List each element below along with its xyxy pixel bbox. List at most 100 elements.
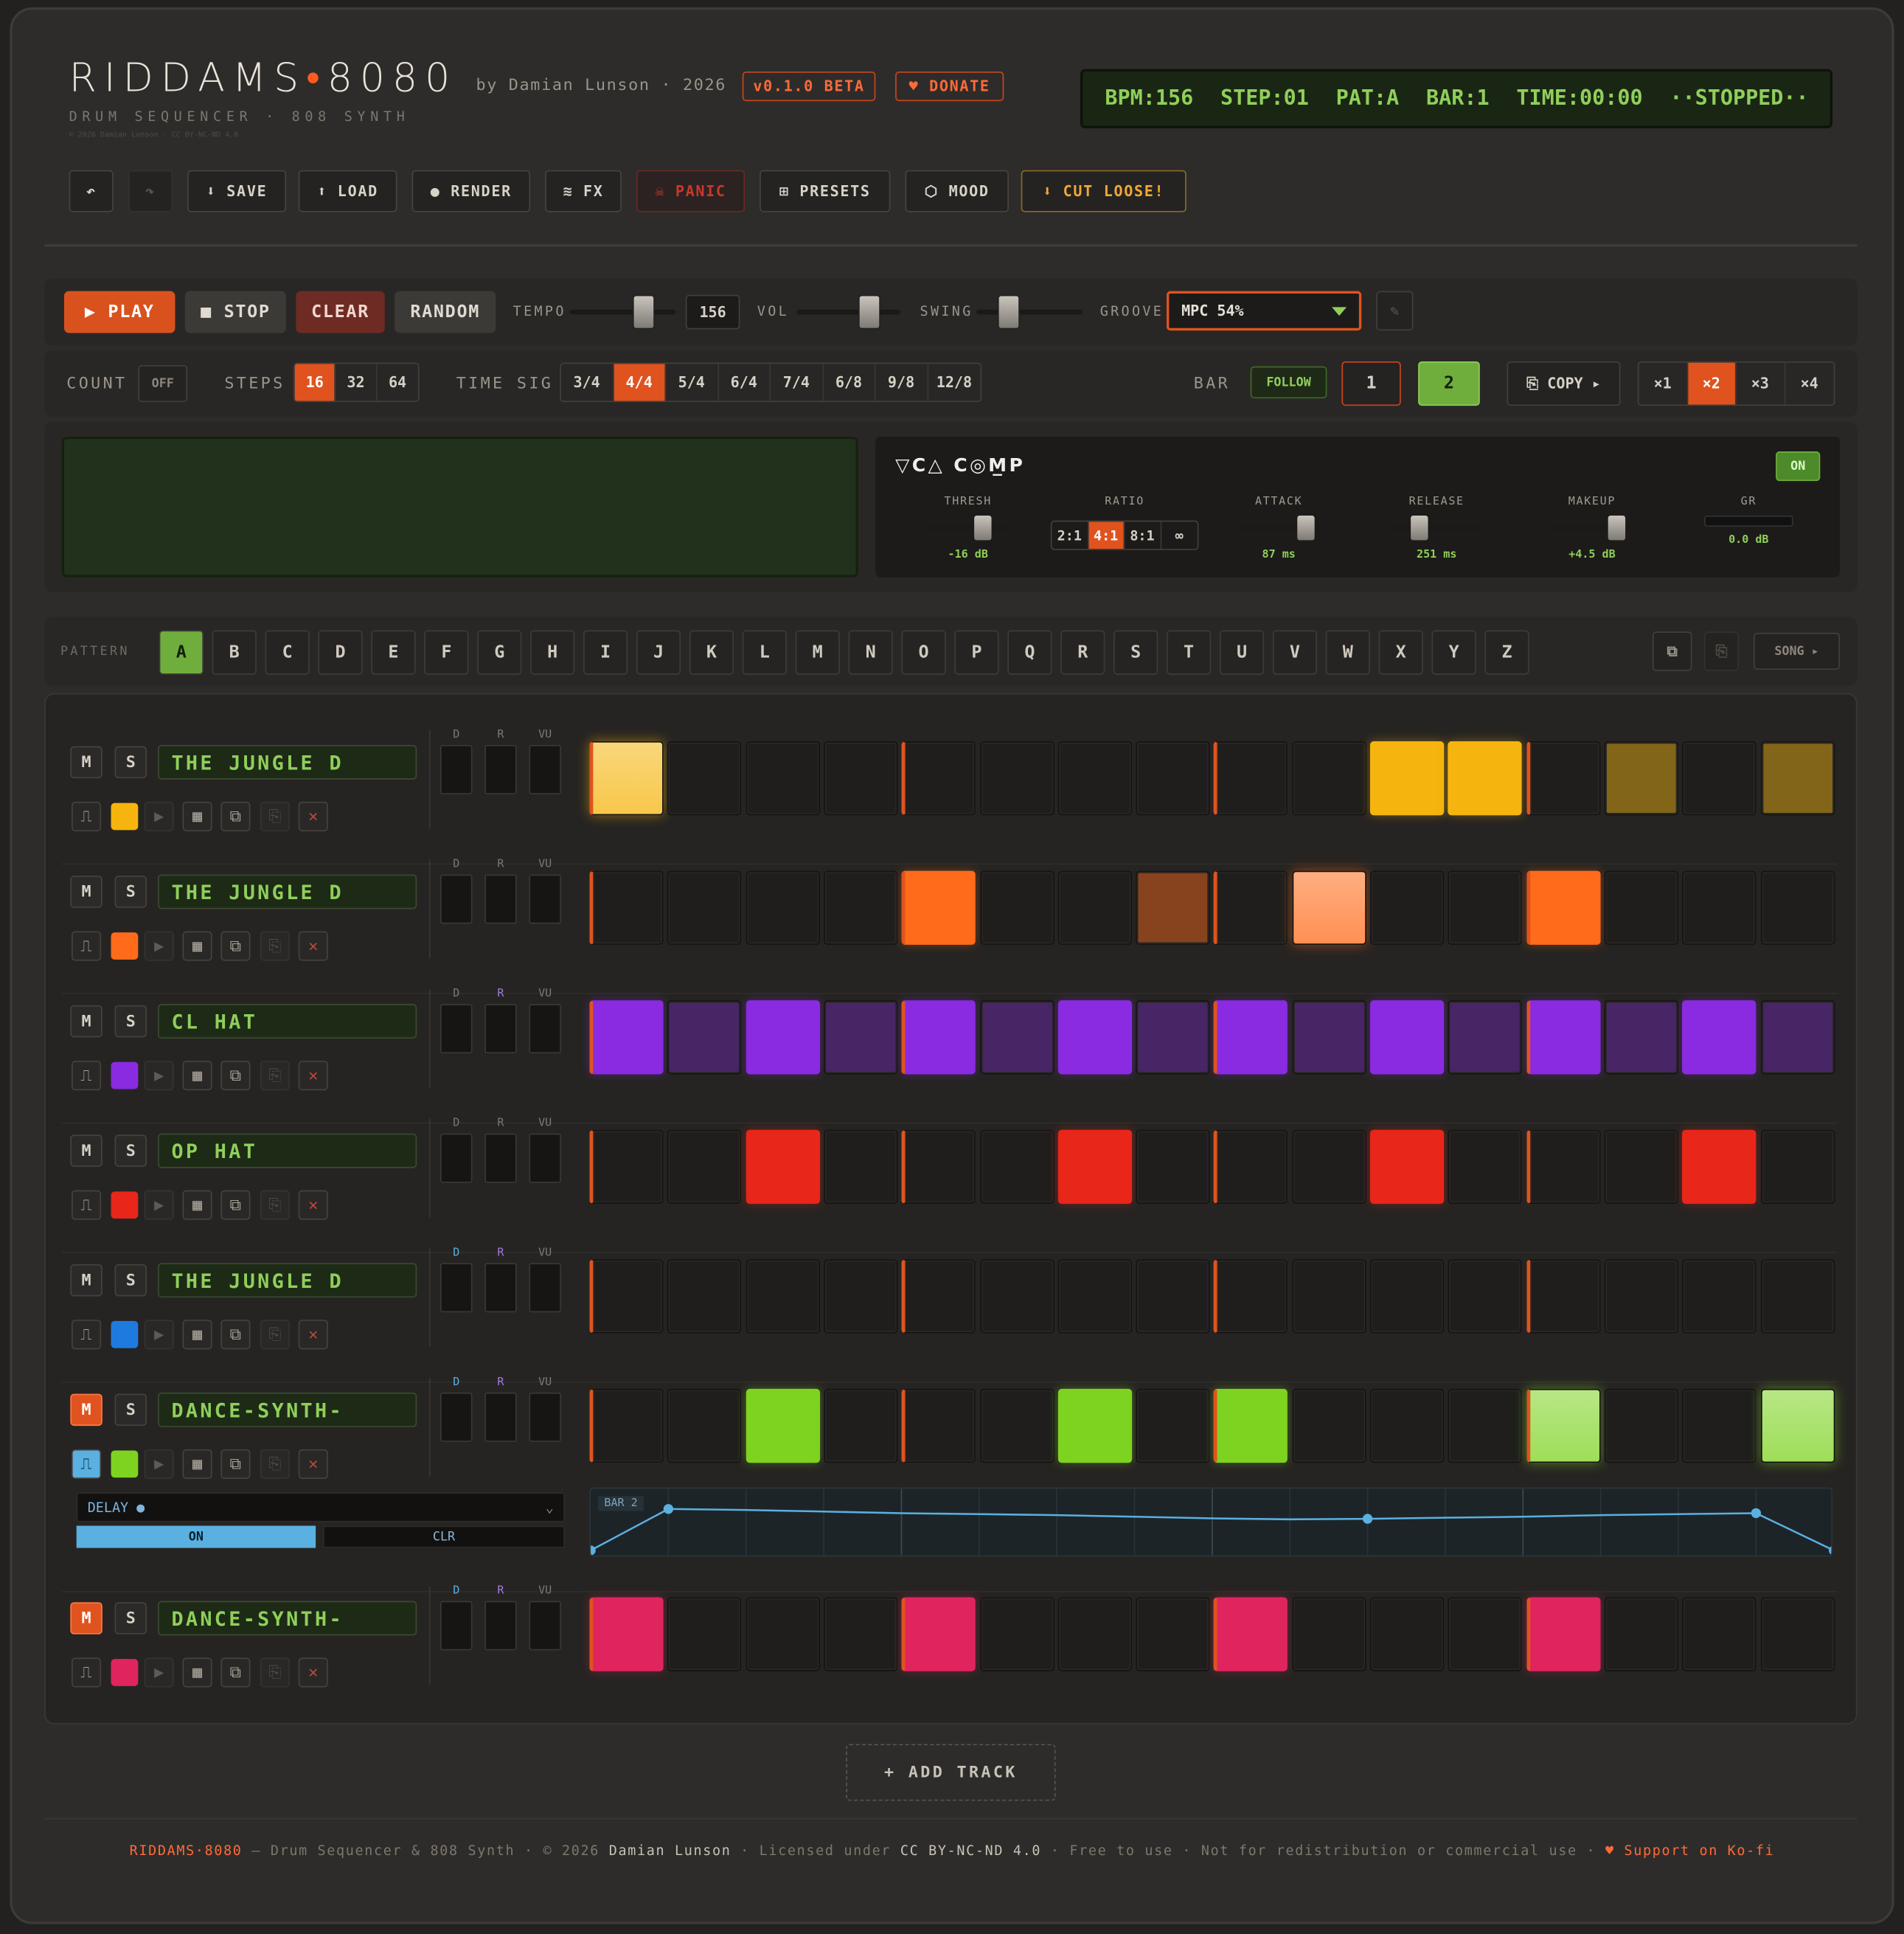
step-pad[interactable] [746,1388,820,1463]
pattern-f-button[interactable]: F [424,630,469,675]
pattern-g-button[interactable]: G [477,630,522,675]
step-pad[interactable] [1214,1388,1288,1463]
render-button[interactable]: ● RENDER [411,170,531,212]
thresh-knob[interactable] [974,515,992,541]
track-color-swatch[interactable] [111,1191,139,1219]
pattern-z-button[interactable]: Z [1484,630,1529,675]
load-button[interactable]: ⬆ LOAD [298,170,397,212]
delete-track-icon[interactable]: ✕ [298,1320,328,1350]
track-name[interactable]: THE JUNGLE D [158,874,417,909]
attack-knob[interactable] [1297,515,1315,541]
step-pad[interactable] [1136,1388,1210,1463]
delete-track-icon[interactable]: ✕ [298,1449,328,1479]
delete-track-icon[interactable]: ✕ [298,801,328,832]
steps-option[interactable]: 32 [336,364,378,401]
count-toggle[interactable]: OFF [138,364,188,403]
steps-option[interactable]: 16 [294,364,336,401]
mute-button[interactable]: M [70,1602,103,1635]
step-pad[interactable] [667,1597,742,1671]
step-pad[interactable] [746,1597,820,1671]
step-pad[interactable] [667,1000,742,1075]
step-pad[interactable] [1448,1388,1523,1463]
pattern-i-button[interactable]: I [583,630,628,675]
track-name[interactable]: THE JUNGLE D [158,1263,417,1298]
tempo-value[interactable]: 156 [685,294,740,330]
step-pad[interactable] [1682,1259,1757,1334]
meter-vu[interactable] [529,745,561,794]
meter-d[interactable] [440,874,473,924]
meter-r[interactable] [484,1392,517,1442]
step-pad[interactable] [589,1597,664,1671]
step-pad[interactable] [1448,1000,1523,1075]
meter-vu[interactable] [529,1004,561,1054]
release-slider[interactable] [1393,515,1480,541]
step-pad[interactable] [589,1388,664,1463]
step-pad[interactable] [1214,1597,1288,1671]
step-pad[interactable] [1292,1388,1366,1463]
pattern-e-button[interactable]: E [371,630,416,675]
pattern-x-button[interactable]: X [1378,630,1423,675]
meter-d[interactable] [440,1392,473,1442]
solo-button[interactable]: S [114,1134,147,1167]
automation-point[interactable] [663,1504,674,1514]
preview-play-icon[interactable]: ▶ [144,1190,174,1220]
solo-button[interactable]: S [114,1602,147,1635]
meter-d[interactable] [440,1133,473,1183]
step-pad[interactable] [746,1129,820,1205]
step-pad[interactable] [1760,1259,1835,1334]
step-pad[interactable] [1448,1129,1523,1205]
cut-loose-button[interactable]: ⬇ CUT LOOSE! [1021,170,1186,212]
meter-r[interactable] [484,1601,517,1651]
pattern-v-button[interactable]: V [1272,630,1318,675]
step-pad[interactable] [1760,1000,1835,1075]
timesig-option[interactable]: 9/8 [875,364,928,401]
step-pad[interactable] [1057,1388,1132,1463]
mute-button[interactable]: M [70,746,103,779]
step-pad[interactable] [901,1597,976,1671]
pattern-q-button[interactable]: Q [1007,630,1052,675]
step-pad[interactable] [823,1259,898,1334]
step-pad[interactable] [823,1000,898,1075]
step-pad[interactable] [979,1129,1054,1205]
step-pad[interactable] [1369,1000,1445,1075]
step-pad[interactable] [746,1000,820,1075]
meter-d[interactable] [440,1601,473,1651]
step-pad[interactable] [1526,1000,1600,1075]
track-name[interactable]: OP HAT [158,1133,417,1168]
kofi-link[interactable]: ♥ Support on Ko-fi [1605,1843,1774,1859]
multiplier-option[interactable]: ×4 [1785,363,1834,405]
pattern-n-button[interactable]: N [848,630,893,675]
step-pad[interactable] [1369,1388,1445,1463]
step-pad[interactable] [1682,741,1757,816]
track-color-swatch[interactable] [111,932,139,960]
track-color-swatch[interactable] [111,1659,139,1686]
step-pad[interactable] [1369,741,1445,816]
ratio-option[interactable]: 2:1 [1052,521,1088,550]
step-pad[interactable] [823,1388,898,1463]
copy-button[interactable]: ⎘ COPY ▸ [1507,361,1621,406]
timesig-option[interactable]: 12/8 [928,364,980,401]
donate-button[interactable]: ♥ DONATE [895,71,1004,102]
clear-button[interactable]: CLEAR [296,291,385,333]
meter-d[interactable] [440,1004,473,1054]
step-automation-icon[interactable]: ⎍ [71,801,102,832]
add-track-button[interactable]: + ADD TRACK [846,1744,1056,1801]
paste-icon[interactable]: ⎘ [260,801,290,832]
step-pad[interactable] [1526,1388,1600,1463]
step-pad[interactable] [667,1388,742,1463]
meter-d[interactable] [440,1263,473,1313]
comp-on-toggle[interactable]: ON [1776,451,1821,482]
step-pad[interactable] [1526,1259,1600,1334]
pattern-k-button[interactable]: K [689,630,734,675]
step-pad[interactable] [1369,1597,1445,1671]
panic-button[interactable]: ☠ PANIC [636,170,746,212]
grid-icon[interactable]: ▦ [182,1190,212,1220]
step-pad[interactable] [1526,1129,1600,1205]
automation-point[interactable] [1751,1508,1762,1519]
pattern-c-button[interactable]: C [265,630,310,675]
timesig-option[interactable]: 5/4 [666,364,719,401]
delete-track-icon[interactable]: ✕ [298,1190,328,1220]
step-pad[interactable] [1604,870,1678,945]
step-pad[interactable] [1057,1259,1132,1334]
step-pad[interactable] [1604,741,1678,816]
